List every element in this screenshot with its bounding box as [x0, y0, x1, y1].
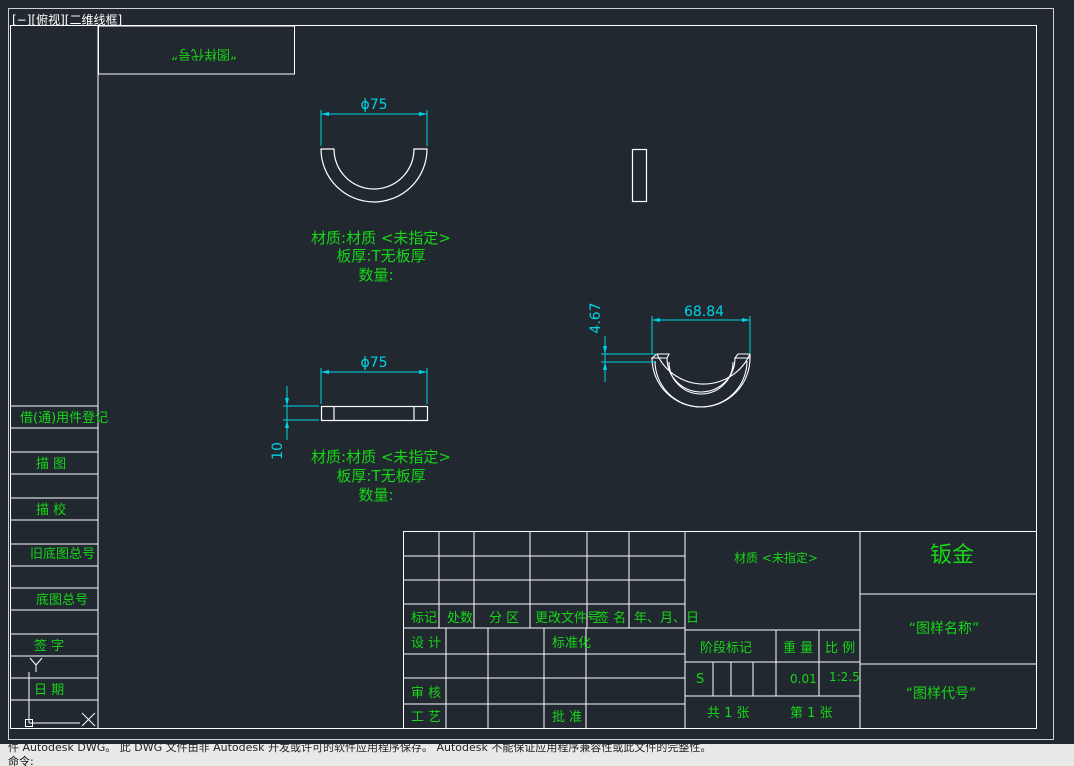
left-cell-label: 日 期 [34, 683, 64, 698]
header-cell: 标记 [411, 611, 437, 626]
left-cell-label: 描 校 [36, 502, 66, 518]
row-label: 工 艺 [411, 710, 441, 725]
approve-label: 批 准 [552, 710, 582, 725]
note-line: 板厚:T无板厚 [336, 467, 425, 485]
left-cell-label: 借(通)用件登记 [20, 411, 108, 426]
sheet-number: 第 1 张 [790, 706, 833, 721]
stage-value: S [696, 672, 704, 687]
header-cell: 分 区 [489, 611, 519, 626]
command-prompt: 命令: [8, 755, 34, 766]
header-cell: 签 名 [596, 610, 626, 626]
command-input[interactable] [46, 752, 946, 766]
dimension-text: 68.84 [684, 304, 724, 320]
left-cell-label: 描 图 [36, 457, 66, 472]
dimension-text: ϕ75 [360, 355, 387, 371]
dimension-text: ϕ75 [360, 97, 387, 113]
row-label: 审 核 [411, 686, 441, 701]
dimension-text: 10 [270, 442, 286, 460]
weight-value: 0.01 [790, 672, 817, 686]
scale-label: 比 例 [825, 641, 855, 656]
note-line: 材质:材质 <未指定> [311, 448, 451, 466]
standardize-label: 标准化 [552, 636, 591, 651]
drawing-code: “图样代号” [906, 686, 977, 702]
total-sheets: 共 1 张 [707, 706, 750, 721]
stage-mark-label: 阶段标记 [700, 641, 752, 656]
note-line: 数量: [358, 486, 393, 504]
command-line: 件 Autodesk DWG。 此 DWG 文件由非 Autodesk 开发或许… [0, 744, 1074, 766]
header-cell: 年、月、日 [634, 611, 699, 626]
left-cell-label: 底图总号 [36, 592, 88, 608]
weight-label: 重 量 [783, 640, 813, 656]
top-left-code-text: “图样代号” [171, 46, 236, 61]
header-cell: 处数 [447, 611, 473, 626]
header-cell: 更改文件号 [535, 611, 600, 626]
note-line: 板厚:T无板厚 [336, 247, 425, 265]
drawing-canvas[interactable]: “图样代号” 借(通)用件登记 描 图 描 校 旧底图总号 底图总号 签 字 日… [0, 0, 1074, 744]
note-line: 材质:材质 <未指定> [311, 229, 451, 247]
viewport-label[interactable]: [−][俯视][二维线框] [12, 11, 122, 28]
row-label: 设 计 [411, 636, 441, 651]
drawing-name: “图样名称” [909, 621, 980, 637]
dimension-text: 4.67 [588, 302, 604, 333]
left-cell-label: 签 字 [34, 638, 64, 654]
type-name: 钣金 [930, 543, 974, 568]
scale-value: 1:2.5 [829, 670, 860, 684]
left-cell-label: 旧底图总号 [30, 546, 95, 562]
material-cell: 材质 <未指定> [734, 550, 818, 565]
note-line: 数量: [358, 266, 393, 284]
